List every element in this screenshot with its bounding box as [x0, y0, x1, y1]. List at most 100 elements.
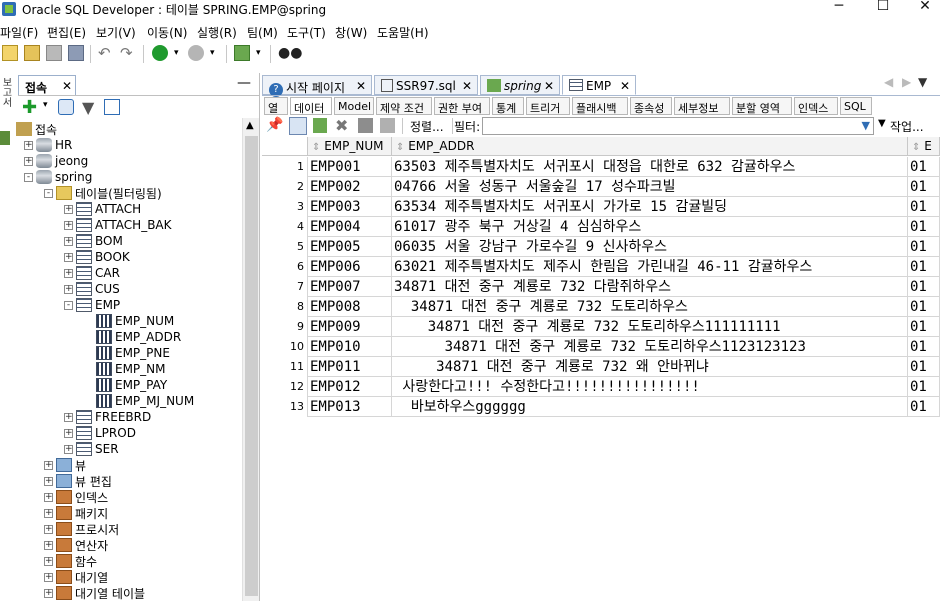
table-row[interactable]: 5 EMP005 06035 서울 강남구 가로수길 9 신사하우스 01 — [262, 237, 940, 257]
emp-pne-cell[interactable]: 01 — [908, 177, 940, 197]
add-dropdown-icon[interactable]: ▾ — [43, 100, 48, 110]
menu-run[interactable]: 실행(R) — [197, 24, 237, 41]
emp-pne-cell[interactable]: 01 — [908, 297, 940, 317]
close-icon[interactable]: ✕ — [356, 79, 366, 93]
close-button[interactable]: ✕ — [910, 0, 940, 14]
menu-tools[interactable]: 도구(T) — [287, 24, 326, 41]
emp-addr-cell[interactable]: 34871 대전 중구 계룡로 732 도토리하우스111111111 — [392, 317, 908, 337]
emp-addr-cell[interactable]: 61017 광주 북구 거상길 4 심심하우스 — [392, 217, 908, 237]
menu-window[interactable]: 창(W) — [335, 24, 367, 41]
tree-node[interactable]: EMP_MJ_NUM — [84, 393, 194, 409]
tree-node[interactable]: + 인덱스 — [44, 489, 108, 505]
emp-pne-cell[interactable]: 01 — [908, 237, 940, 257]
actions-button[interactable]: 작업... — [890, 118, 924, 135]
expand-icon[interactable]: + — [64, 444, 73, 454]
table-row[interactable]: 10 EMP010 34871 대전 중구 계룡로 732 도토리하우스11231… — [262, 337, 940, 357]
tree-node[interactable]: + jeong — [24, 153, 88, 169]
tree-node[interactable]: EMP_NM — [84, 361, 166, 377]
tree-node[interactable]: + ATTACH_BAK — [64, 217, 172, 233]
refresh-icon[interactable] — [58, 99, 74, 115]
expand-icon[interactable]: + — [64, 220, 73, 230]
tree-node[interactable]: + 연산자 — [44, 537, 108, 553]
emp-addr-cell[interactable]: 63021 제주특별자치도 제주시 한림읍 가린내길 46-11 감귤하우스 — [392, 257, 908, 277]
sql-worksheet-icon[interactable] — [234, 45, 250, 61]
emp-pne-cell[interactable]: 01 — [908, 317, 940, 337]
emp-addr-cell[interactable]: 04766 서울 성동구 서울숲길 17 성수파크빌 — [392, 177, 908, 197]
expand-icon[interactable]: + — [24, 156, 33, 166]
emp-num-cell[interactable]: EMP009 — [308, 317, 392, 337]
tree-node[interactable]: + CUS — [64, 281, 120, 297]
delete-row-icon[interactable]: ✖ — [335, 116, 348, 135]
emp-addr-cell[interactable]: 34871 대전 중구 계룡로 732 도토리하우스 — [392, 297, 908, 317]
table-row[interactable]: 8 EMP008 34871 대전 중구 계룡로 732 도토리하우스 01 — [262, 297, 940, 317]
subtab[interactable]: 트리거 — [526, 97, 570, 115]
tree-node[interactable]: + 대기열 — [44, 569, 108, 585]
expand-icon[interactable]: + — [44, 508, 53, 518]
sort-button[interactable]: 정렬... — [410, 118, 444, 135]
emp-pne-cell[interactable]: 01 — [908, 337, 940, 357]
tree-node[interactable]: + BOM — [64, 233, 123, 249]
table-row[interactable]: 11 EMP011 34871 대전 중구 계룡로 732 왜 안바뀌냐 01 — [262, 357, 940, 377]
close-icon[interactable]: ✕ — [620, 79, 630, 93]
collapse-icon[interactable]: - — [64, 300, 73, 310]
tree-node[interactable]: 접속 — [16, 121, 57, 137]
subtab[interactable]: 통계 — [492, 97, 524, 115]
forward-icon[interactable] — [188, 45, 204, 61]
emp-addr-cell[interactable]: 34871 대전 중구 계룡로 732 다람쥐하우스 — [392, 277, 908, 297]
table-row[interactable]: 6 EMP006 63021 제주특별자치도 제주시 한림읍 가린내길 46-11 … — [262, 257, 940, 277]
filter-history-dropdown-icon[interactable]: ▼ — [862, 119, 870, 132]
emp-addr-cell[interactable]: 63534 제주특별자치도 서귀포시 가가로 15 감귤빌딩 — [392, 197, 908, 217]
table-row[interactable]: 4 EMP004 61017 광주 북구 거상길 4 심심하우스 01 — [262, 217, 940, 237]
subtab[interactable]: 인덱스 — [794, 97, 838, 115]
tree-node[interactable]: - spring — [24, 169, 92, 185]
tree-node[interactable]: + SER — [64, 441, 119, 457]
column-header-emp-addr[interactable]: ⇕ EMP_ADDR — [392, 137, 908, 156]
tab-connections[interactable]: 접속 ✕ — [18, 75, 76, 95]
emp-addr-cell[interactable]: 06035 서울 강남구 가로수길 9 신사하우스 — [392, 237, 908, 257]
scroll-up-icon[interactable]: ▲ — [246, 120, 254, 131]
menu-view[interactable]: 보기(V) — [96, 24, 136, 41]
column-header-emp-pne[interactable]: ⇕ E — [908, 137, 940, 156]
emp-pne-cell[interactable]: 01 — [908, 397, 940, 417]
subtab[interactable]: 분할 영역 — [732, 97, 792, 115]
subtab[interactable]: 열 — [264, 97, 288, 115]
emp-num-cell[interactable]: EMP012 — [308, 377, 392, 397]
tree-node[interactable]: + FREEBRD — [64, 409, 151, 425]
add-connection-icon[interactable]: ✚ — [22, 97, 37, 118]
emp-num-cell[interactable]: EMP003 — [308, 197, 392, 217]
tree-node[interactable]: EMP_NUM — [84, 313, 174, 329]
expand-icon[interactable]: + — [44, 524, 53, 534]
collapse-icon[interactable]: - — [44, 188, 53, 198]
expand-icon[interactable]: + — [64, 204, 73, 214]
tree-node[interactable]: - EMP — [64, 297, 120, 313]
table-row[interactable]: 12 EMP012 사랑한다고!!! 수정한다고!!!!!!!!!!!!!!!! 0… — [262, 377, 940, 397]
expand-icon[interactable]: + — [24, 140, 33, 150]
menu-navigate[interactable]: 이동(N) — [147, 24, 187, 41]
tree-node[interactable]: + 패키지 — [44, 505, 108, 521]
emp-num-cell[interactable]: EMP007 — [308, 277, 392, 297]
table-row[interactable]: 7 EMP007 34871 대전 중구 계룡로 732 다람쥐하우스 01 — [262, 277, 940, 297]
expand-icon[interactable]: + — [64, 268, 73, 278]
expand-icon[interactable]: + — [64, 236, 73, 246]
tab-start-page[interactable]: ? 시작 페이지 ✕ — [262, 75, 372, 97]
emp-pne-cell[interactable]: 01 — [908, 357, 940, 377]
side-tab-reports[interactable]: 보고서 — [0, 77, 12, 110]
tree-scrollbar[interactable]: ▲ — [242, 118, 259, 601]
emp-num-cell[interactable]: EMP001 — [308, 157, 392, 177]
new-icon[interactable] — [2, 45, 18, 61]
emp-num-cell[interactable]: EMP004 — [308, 217, 392, 237]
tree-node[interactable]: + HR — [24, 137, 72, 153]
subtab[interactable]: 권한 부여 — [434, 97, 490, 115]
emp-addr-cell[interactable]: 34871 대전 중구 계룡로 732 왜 안바뀌냐 — [392, 357, 908, 377]
emp-num-cell[interactable]: EMP005 — [308, 237, 392, 257]
undo-icon[interactable]: ↶ — [98, 45, 114, 61]
back-icon[interactable] — [152, 45, 168, 61]
tree-node[interactable]: + LPROD — [64, 425, 136, 441]
expand-icon[interactable]: + — [44, 556, 53, 566]
menu-file[interactable]: 파일(F) — [0, 24, 38, 41]
emp-num-cell[interactable]: EMP008 — [308, 297, 392, 317]
tree-node[interactable]: + CAR — [64, 265, 120, 281]
minimize-button[interactable]: ─ — [824, 0, 854, 14]
dba-icon[interactable] — [0, 131, 10, 145]
table-row[interactable]: 13 EMP013 바보하우스gggggg 01 — [262, 397, 940, 417]
